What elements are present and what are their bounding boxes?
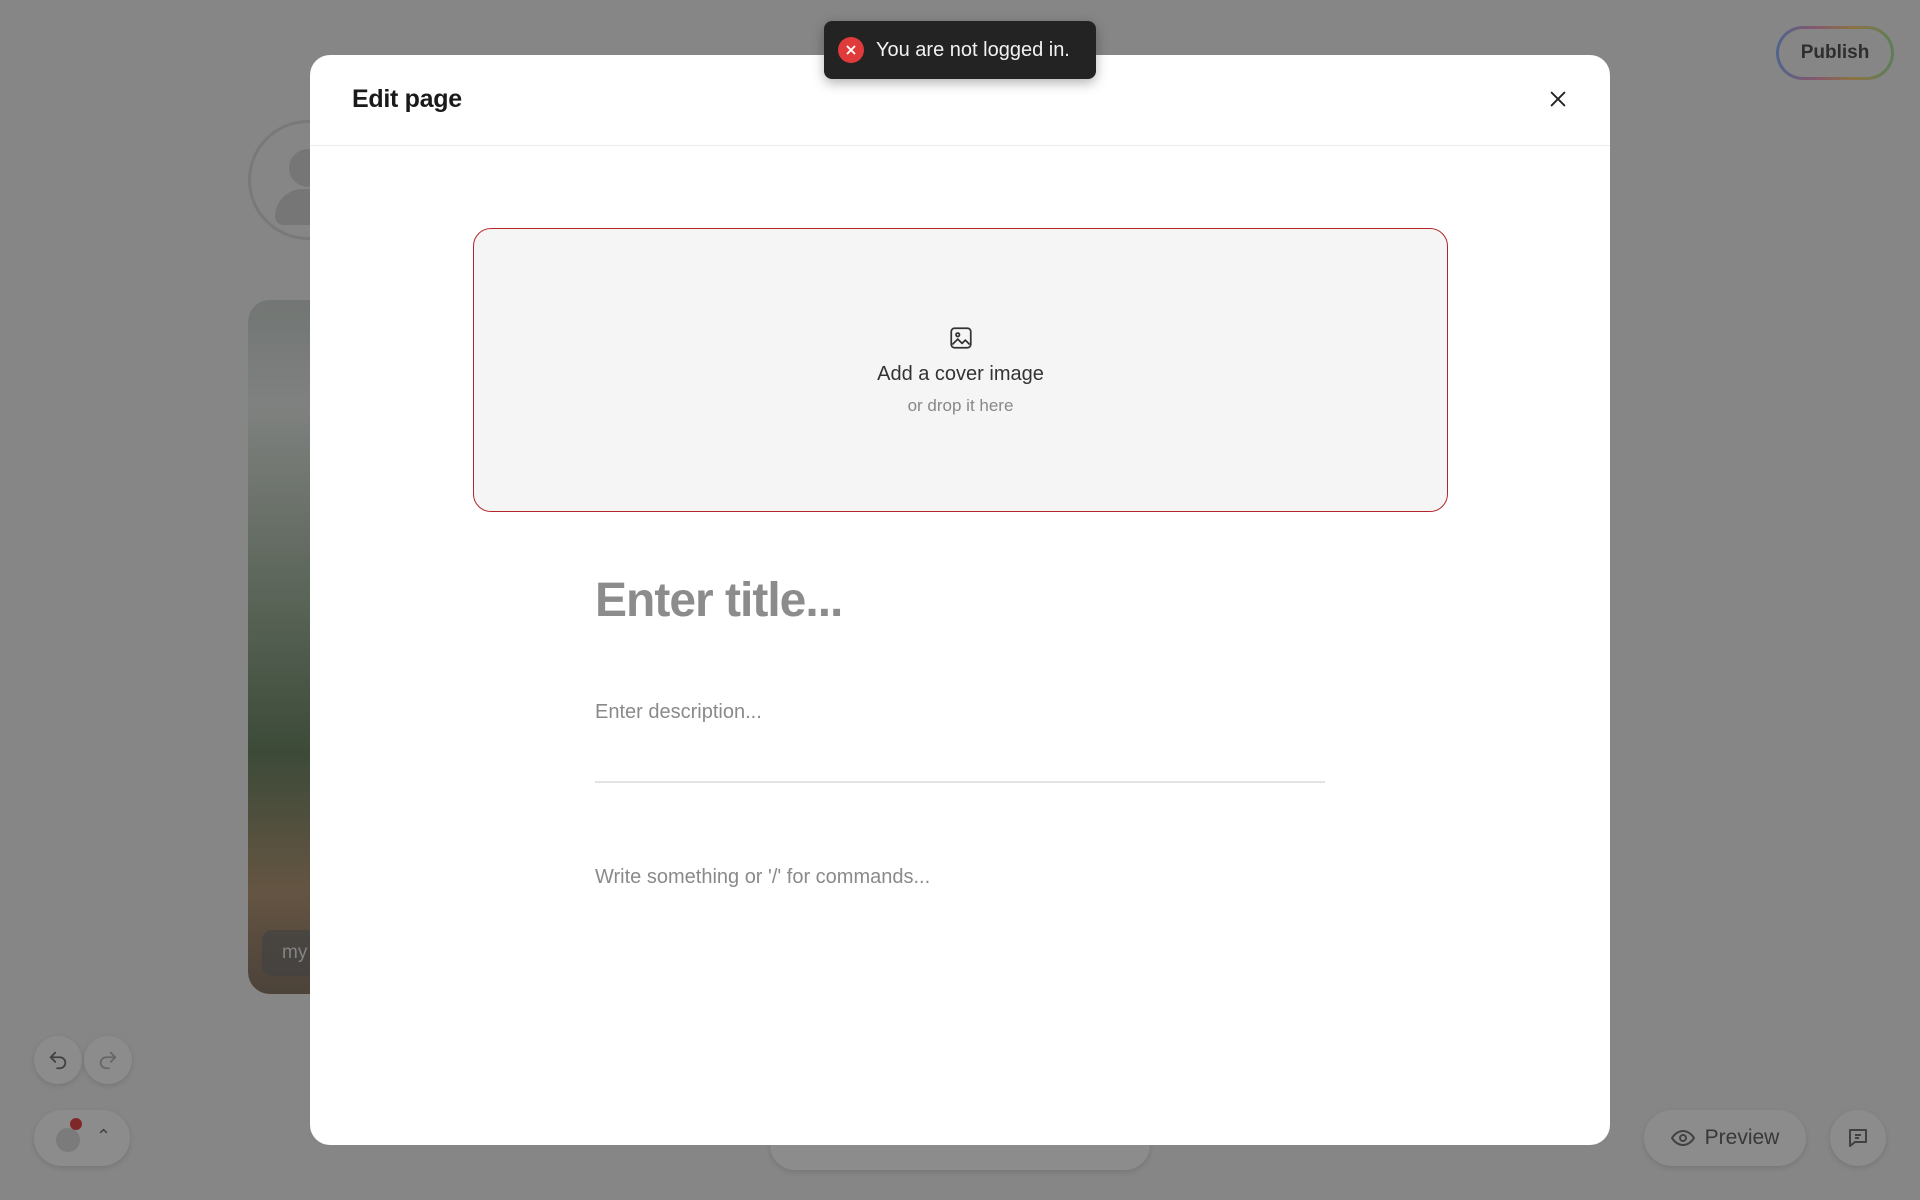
error-toast: You are not logged in. <box>824 21 1096 79</box>
description-input[interactable] <box>595 687 1325 737</box>
image-icon <box>949 326 972 349</box>
description-divider <box>595 781 1325 783</box>
toast-message: You are not logged in. <box>876 38 1070 61</box>
error-icon <box>838 37 864 63</box>
body-editor[interactable]: Write something or '/' for commands... <box>595 866 1325 889</box>
cover-subtitle: or drop it here <box>907 395 1014 415</box>
close-icon <box>1550 91 1566 107</box>
close-button[interactable] <box>1542 83 1574 115</box>
edit-page-modal: Edit page Add a cover image or drop it h… <box>310 55 1610 1145</box>
cover-image-dropzone[interactable]: Add a cover image or drop it here <box>473 228 1448 512</box>
modal-title: Edit page <box>352 85 462 113</box>
title-input[interactable] <box>595 573 1335 628</box>
cover-title: Add a cover image <box>877 362 1044 385</box>
